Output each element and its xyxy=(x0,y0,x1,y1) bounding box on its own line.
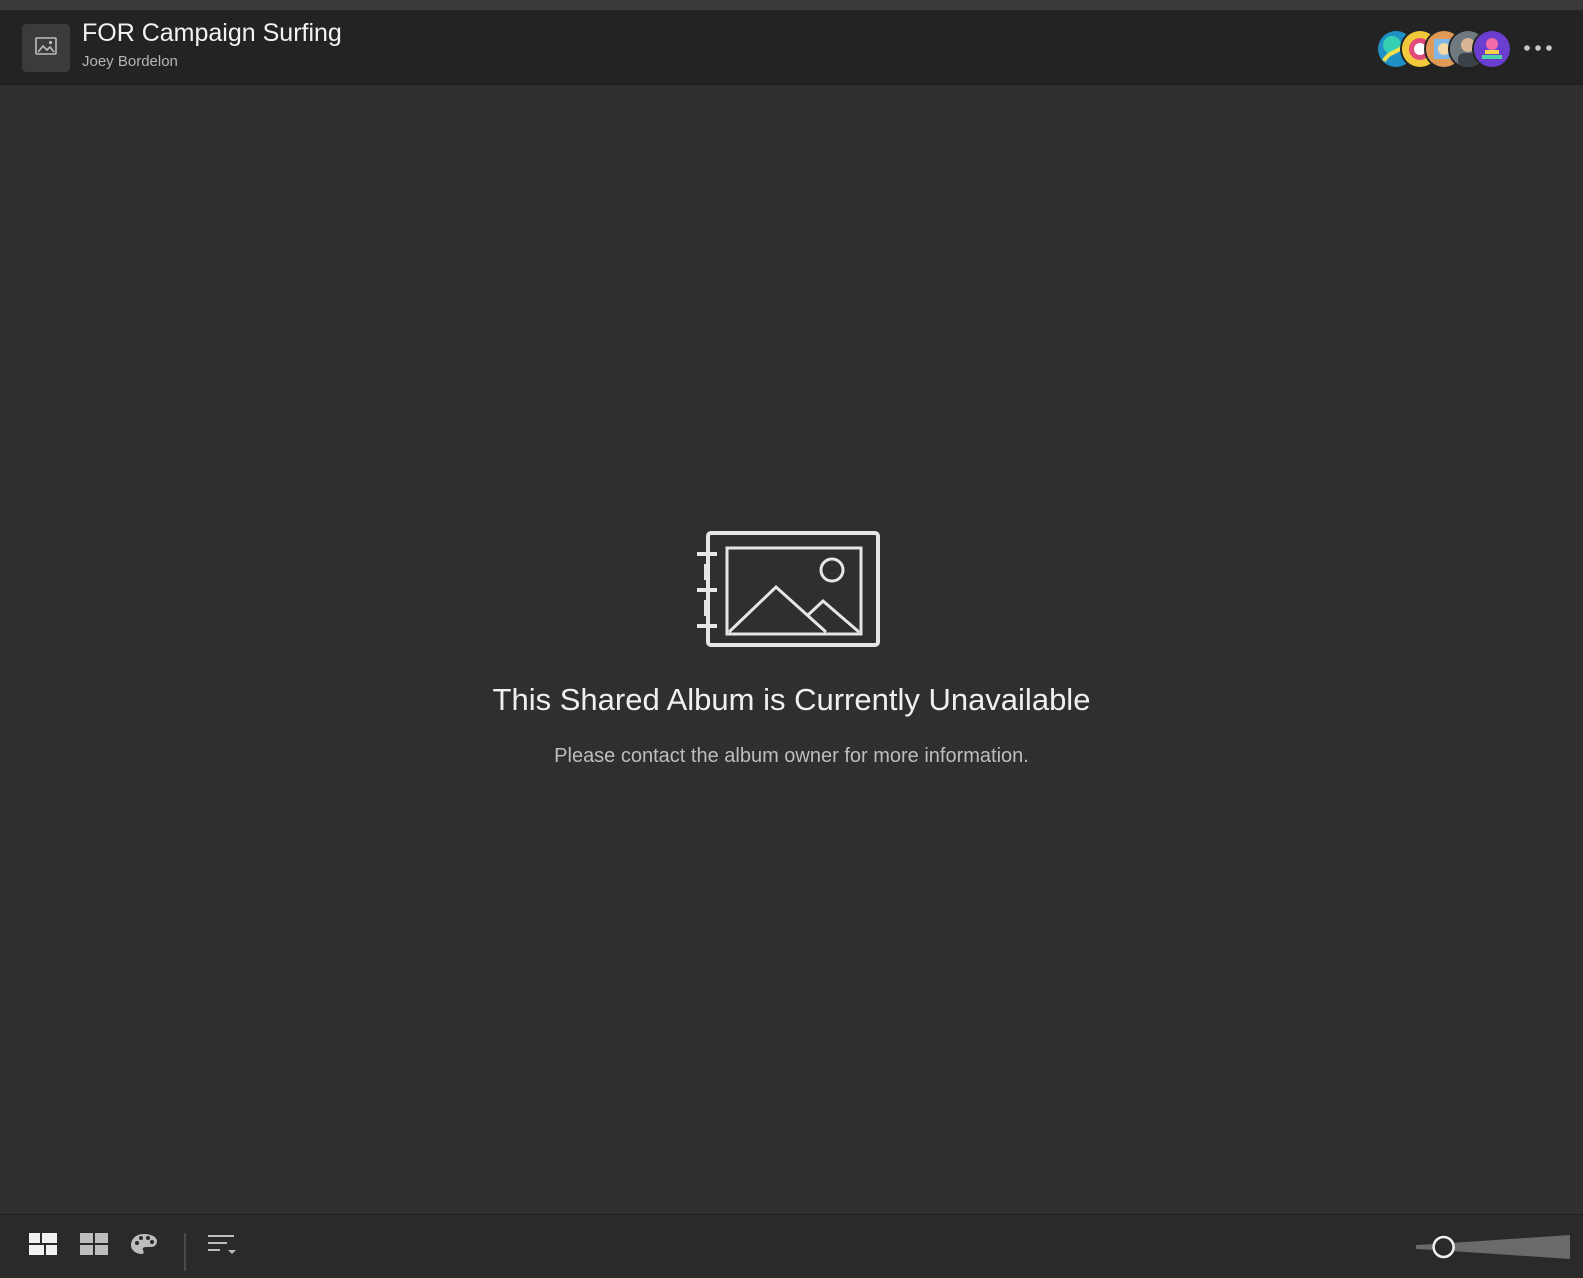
sort-icon xyxy=(206,1232,238,1261)
album-header: FOR Campaign Surfing Joey Bordelon xyxy=(0,10,1583,85)
album-owner: Joey Bordelon xyxy=(82,53,178,70)
album-unavailable-icon xyxy=(697,530,885,656)
more-options-button[interactable] xyxy=(1520,36,1556,60)
album-title: FOR Campaign Surfing xyxy=(82,19,342,47)
more-horizontal-icon xyxy=(1523,39,1553,57)
color-palette-view-button[interactable] xyxy=(127,1229,161,1263)
palette-icon xyxy=(129,1232,159,1261)
square-grid-icon xyxy=(79,1232,109,1261)
sort-button[interactable] xyxy=(205,1229,239,1263)
image-icon xyxy=(35,36,57,60)
slider-handle xyxy=(1432,1235,1455,1259)
square-grid-view-button[interactable] xyxy=(77,1229,111,1263)
unavailable-title: This Shared Album is Currently Unavailab… xyxy=(492,682,1091,717)
album-unavailable-message: This Shared Album is Currently Unavailab… xyxy=(0,520,1583,790)
toolbar-divider xyxy=(184,1233,186,1271)
view-toolbar xyxy=(0,1214,1583,1278)
unavailable-subtitle: Please contact the album owner for more … xyxy=(554,745,1029,767)
shared-album-window: FOR Campaign Surfing Joey Bordelon This … xyxy=(0,0,1583,1278)
window-top-strip xyxy=(0,0,1583,10)
thumbnail-size-slider[interactable] xyxy=(1416,1231,1570,1263)
zoom-slider-icon xyxy=(1416,1235,1570,1267)
collaborator-avatars[interactable] xyxy=(1376,29,1512,69)
collaborator-avatar-5[interactable] xyxy=(1472,29,1512,69)
mosaic-grid-icon xyxy=(28,1232,58,1261)
album-thumbnail[interactable] xyxy=(22,24,70,72)
photo-grid-view-button[interactable] xyxy=(26,1229,60,1263)
